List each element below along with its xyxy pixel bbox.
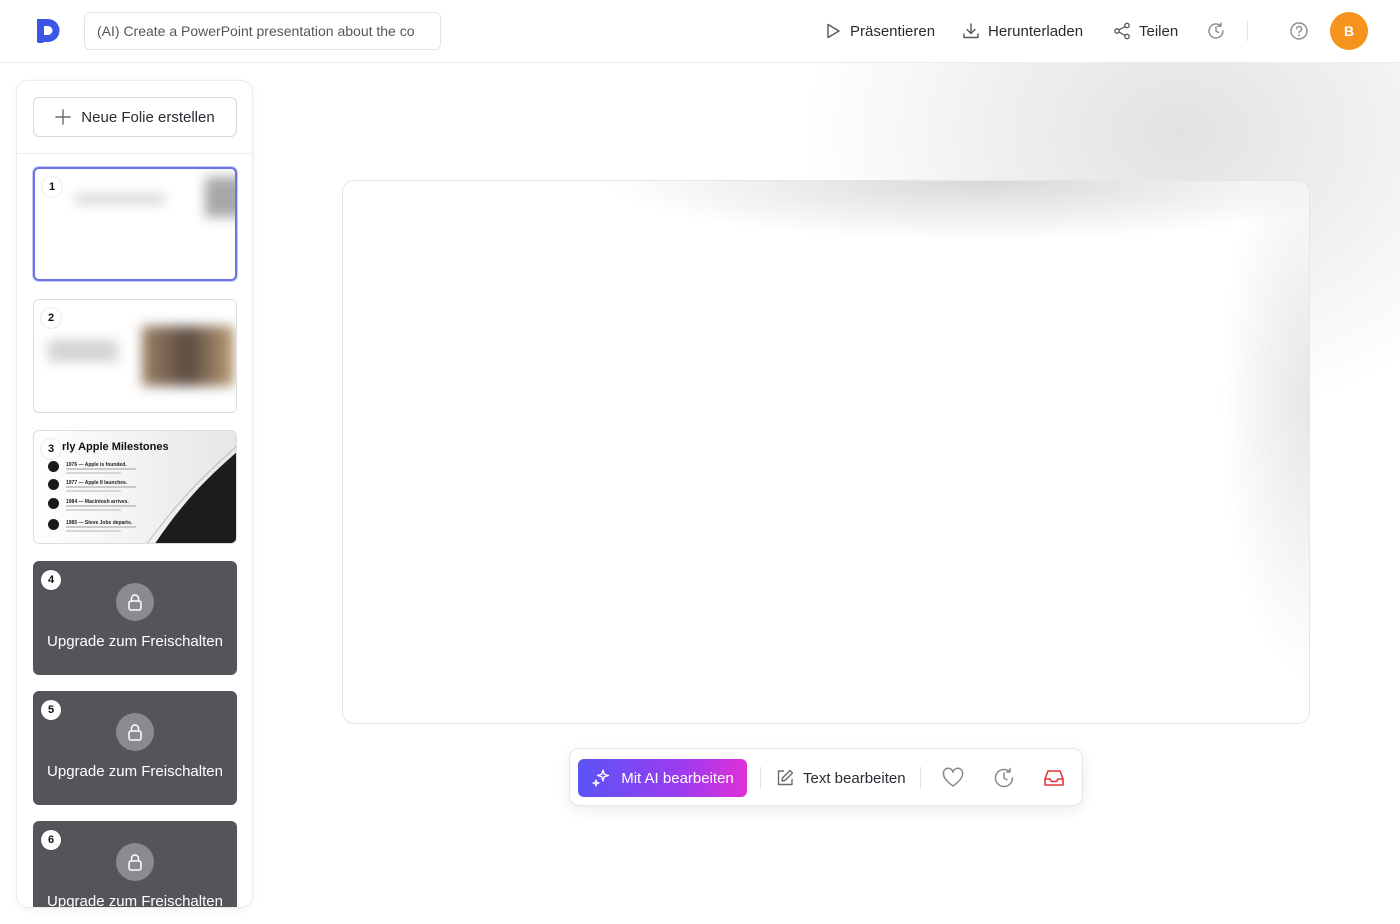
user-avatar[interactable]: B [1330, 12, 1368, 50]
download-button[interactable]: Herunterladen [962, 18, 1083, 44]
bullet-icon [48, 519, 59, 530]
toolbar-divider [920, 767, 921, 789]
slide-thumbnail-2[interactable]: 2 [33, 299, 237, 413]
edit-icon [777, 769, 794, 786]
edit-text-label: Text bearbeiten [803, 769, 906, 787]
share-icon [1114, 22, 1130, 40]
slide-toolbar: Mit AI bearbeiten Text bearbeiten [569, 748, 1083, 806]
slide-3-item: 1976 — Apple is founded. [48, 461, 158, 477]
help-icon[interactable] [1289, 21, 1309, 41]
edit-with-ai-label: Mit AI bearbeiten [621, 769, 734, 787]
slides-sidebar: Neue Folie erstellen 1 2 3 rly Apple Mil… [16, 80, 253, 908]
presentation-prompt-field[interactable]: (AI) Create a PowerPoint presentation ab… [84, 12, 441, 50]
slide-canvas[interactable] [342, 180, 1310, 724]
slide-number-badge: 2 [41, 308, 61, 328]
inbox-icon[interactable] [1042, 766, 1066, 790]
share-button[interactable]: Teilen [1113, 18, 1178, 44]
slide-image-blurred [142, 326, 234, 386]
lock-icon [116, 843, 154, 881]
edit-with-ai-button[interactable]: Mit AI bearbeiten [578, 759, 747, 797]
download-icon [963, 23, 979, 39]
prompt-text: (AI) Create a PowerPoint presentation ab… [97, 23, 415, 39]
top-bar: (AI) Create a PowerPoint presentation ab… [0, 0, 1400, 63]
slide-title-blurred [75, 195, 165, 203]
slide-thumbnail-5-locked[interactable]: 5 Upgrade zum Freischalten [33, 691, 237, 805]
slide-3-item: 1977 — Apple II launches. [48, 479, 158, 495]
slide-thumbnail-4-locked[interactable]: 4 Upgrade zum Freischalten [33, 561, 237, 675]
bullet-icon [48, 461, 59, 472]
upgrade-label: Upgrade zum Freischalten [47, 763, 223, 780]
play-icon [827, 23, 840, 39]
lock-icon [116, 713, 154, 751]
history-icon[interactable] [1206, 21, 1226, 41]
download-label: Herunterladen [988, 22, 1084, 40]
slide-number-badge: 3 [41, 439, 61, 459]
slide-number-badge: 5 [41, 700, 61, 720]
new-slide-button[interactable]: Neue Folie erstellen [33, 97, 237, 137]
present-button[interactable]: Präsentieren [824, 18, 935, 44]
heart-icon[interactable] [941, 766, 965, 790]
upgrade-label: Upgrade zum Freischalten [47, 893, 223, 908]
slide-thumbnail-6-locked[interactable]: 6 Upgrade zum Freischalten [33, 821, 237, 908]
slide-thumbnail-3[interactable]: 3 rly Apple Milestones 1976 — Apple is f… [33, 430, 237, 544]
bullet-icon [48, 498, 59, 509]
slide-number-badge: 6 [41, 830, 61, 850]
app-logo-icon[interactable] [33, 16, 63, 46]
slide-number-badge: 4 [41, 570, 61, 590]
toolbar-divider [760, 767, 761, 789]
bullet-icon [48, 479, 59, 490]
share-label: Teilen [1139, 22, 1179, 40]
new-slide-label: Neue Folie erstellen [81, 108, 215, 126]
upgrade-label: Upgrade zum Freischalten [47, 633, 223, 650]
header-divider [1247, 21, 1248, 41]
present-label: Präsentieren [850, 22, 936, 40]
history-icon[interactable] [992, 766, 1016, 790]
sidebar-divider [17, 153, 252, 154]
slide-number-badge: 1 [42, 177, 62, 197]
sparkle-icon [592, 769, 610, 787]
slide-text-blurred [48, 340, 118, 362]
slide-thumbnail-1[interactable]: 1 [33, 167, 237, 281]
lock-icon [116, 583, 154, 621]
slide-3-title: rly Apple Milestones [62, 441, 169, 453]
edit-text-button[interactable]: Text bearbeiten [775, 759, 906, 797]
slide-3-item: 1985 — Steve Jobs departs. [48, 519, 158, 535]
slide-image-blurred [205, 177, 235, 217]
plus-icon [55, 109, 71, 125]
slide-3-item: 1984 — Macintosh arrives. [48, 498, 158, 514]
